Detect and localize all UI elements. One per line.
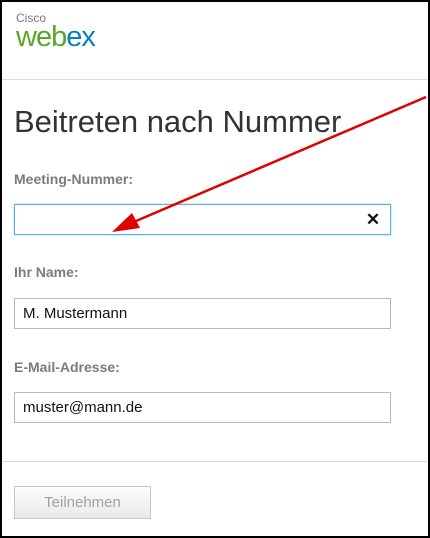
- name-input[interactable]: [14, 298, 391, 329]
- close-icon[interactable]: ✕: [364, 210, 382, 229]
- meeting-number-input[interactable]: [14, 204, 391, 235]
- logo-product-text: webex: [16, 21, 96, 53]
- meeting-number-label: Meeting-Nummer:: [14, 171, 134, 187]
- webex-logo: Cisco webex: [16, 12, 96, 53]
- join-button[interactable]: Teilnehmen: [14, 486, 151, 519]
- footer-divider: [2, 461, 428, 462]
- page-title: Beitreten nach Nummer: [14, 104, 342, 139]
- email-label: E-Mail-Adresse:: [14, 359, 120, 375]
- logo-product-suffix: ex: [66, 21, 96, 53]
- logo-product-prefix: web: [16, 21, 67, 53]
- name-label: Ihr Name:: [14, 264, 79, 280]
- header-divider: [2, 79, 428, 80]
- email-input[interactable]: [14, 392, 391, 423]
- webex-join-window: Cisco webex Beitreten nach Nummer Meetin…: [0, 0, 430, 538]
